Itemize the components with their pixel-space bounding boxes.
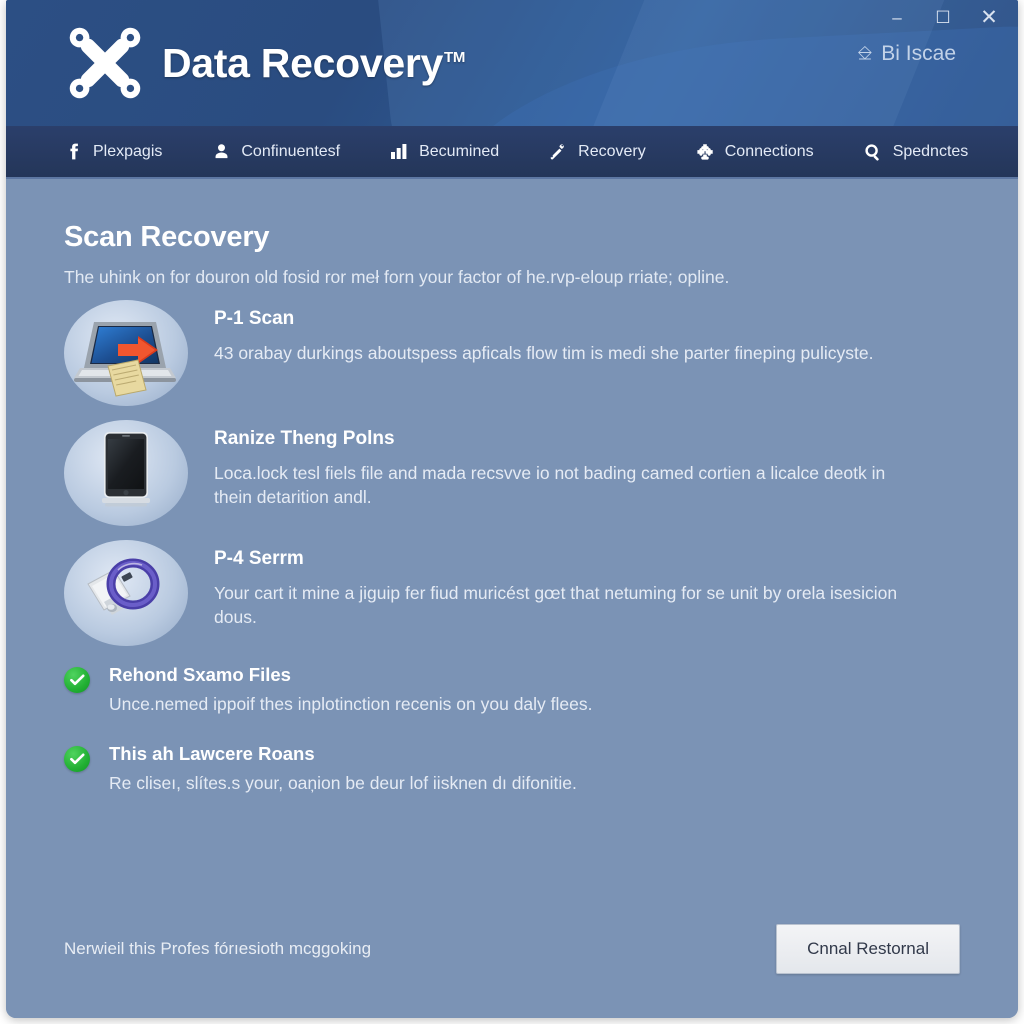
close-button[interactable]: ✕ (976, 4, 1002, 30)
benefit-list: Rehond Sxamo Files Unce.nemed ippoif the… (64, 664, 960, 794)
brand-name: Data RecoveryTM (162, 40, 465, 87)
bar-chart-icon (390, 143, 408, 161)
feature-title: P-4 Serrm (214, 548, 304, 569)
nav-item-confinuentesf[interactable]: Confinuentesf (212, 143, 340, 161)
final-restoral-button[interactable]: Cnnal Restornal (776, 924, 960, 974)
application-window: Data RecoveryTM – ☐ ✕ ⎒ Bi Iscae Plexpag… (6, 0, 1018, 1018)
account-label: Bi Iscae (881, 42, 956, 65)
feature-text: Ranize Theng Polns Loca.lock tesl fiels … (214, 420, 960, 509)
app-header: Data RecoveryTM – ☐ ✕ ⎒ Bi Iscae (6, 0, 1018, 126)
feature-item-ranize-theng-polns: Ranize Theng Polns Loca.lock tesl fiels … (64, 420, 960, 526)
user-icon (212, 143, 230, 161)
facebook-icon (64, 143, 82, 161)
minimize-button[interactable]: – (884, 4, 910, 30)
feature-title: Ranize Theng Polns (214, 428, 395, 449)
trademark-symbol: TM (443, 48, 466, 66)
feature-title: P-1 Scan (214, 308, 295, 329)
content-footer: Nerwieil this Profes fórıesioth mcggokin… (64, 924, 960, 974)
account-indicator[interactable]: ⎒ Bi Iscae (857, 42, 956, 66)
feature-description: Your cart it mine a jiguip fer fiud muri… (214, 583, 898, 628)
feature-description: 43 orabay durkings aboutspess apficals f… (214, 343, 874, 363)
feature-text: P-4 Serrm Your cart it mine a jiguip fer… (214, 540, 960, 629)
nav-item-label: Spednctes (892, 142, 969, 160)
nav-item-connections[interactable]: Connections (696, 143, 814, 161)
puzzle-icon (696, 143, 714, 161)
brand-logo: Data RecoveryTM (64, 22, 465, 104)
brand-name-text: Data Recovery (162, 39, 443, 86)
benefit-title: Rehond Sxamo Files (109, 664, 291, 685)
page-title: Scan Recovery (64, 221, 270, 253)
benefit-text: Rehond Sxamo Files Unce.nemed ippoif the… (109, 664, 592, 715)
laptop-transfer-icon (64, 300, 188, 406)
tablet-device-icon (64, 420, 188, 526)
benefit-item-this-ah-lawcere-roans: This ah Lawcere Roans Re cliseı, slítes.… (64, 743, 960, 794)
crossed-tools-icon (69, 27, 141, 99)
nav-item-spednctes[interactable]: Spednctes (864, 142, 969, 161)
benefit-description: Re cliseı, slítes.s your, oaņion be deur… (109, 773, 577, 793)
benefit-item-rehond-sxamo-files: Rehond Sxamo Files Unce.nemed ippoif the… (64, 664, 960, 715)
check-circle-icon (64, 667, 90, 693)
maximize-button[interactable]: ☐ (930, 4, 956, 30)
feature-list: P-1 Scan 43 orabay durkings aboutspess a… (64, 300, 960, 646)
nav-item-label: Confinuentesf (241, 142, 341, 160)
feature-item-p4-serrm: P-4 Serrm Your cart it mine a jiguip fer… (64, 540, 960, 646)
tools-icon (549, 143, 567, 161)
main-navigation: Plexpagis Confinuentesf Becumined Recove… (6, 126, 1018, 179)
check-circle-icon (64, 746, 90, 772)
feature-text: P-1 Scan 43 orabay durkings aboutspess a… (214, 300, 960, 365)
feature-item-p1-scan: P-1 Scan 43 orabay durkings aboutspess a… (64, 300, 960, 406)
nav-item-label: Recovery (578, 142, 646, 160)
page-subtitle: The uhink on for douron old fosid ror me… (64, 267, 730, 287)
window-controls: – ☐ ✕ (884, 4, 1002, 30)
nav-item-label: Becumined (419, 142, 500, 160)
main-content: Scan Recovery The uhink on for douron ol… (6, 179, 1018, 1018)
nav-item-plexpagis[interactable]: Plexpagis (64, 143, 162, 161)
benefit-description: Unce.nemed ippoif thes inplotinction rec… (109, 694, 593, 714)
search-icon (864, 143, 882, 161)
benefit-title: This ah Lawcere Roans (109, 743, 315, 764)
nav-item-label: Connections (724, 142, 814, 160)
usb-drive-icon (64, 540, 188, 646)
nav-item-becumined[interactable]: Becumined (390, 143, 499, 161)
user-badge-icon: ⎒ (857, 43, 873, 64)
benefit-text: This ah Lawcere Roans Re cliseı, slítes.… (109, 743, 577, 794)
footer-note: Nerwieil this Profes fórıesioth mcggokin… (64, 939, 372, 958)
nav-item-recovery[interactable]: Recovery (549, 143, 646, 161)
nav-item-label: Plexpagis (93, 142, 163, 160)
feature-description: Loca.lock tesl fiels file and mada recsv… (214, 463, 886, 508)
